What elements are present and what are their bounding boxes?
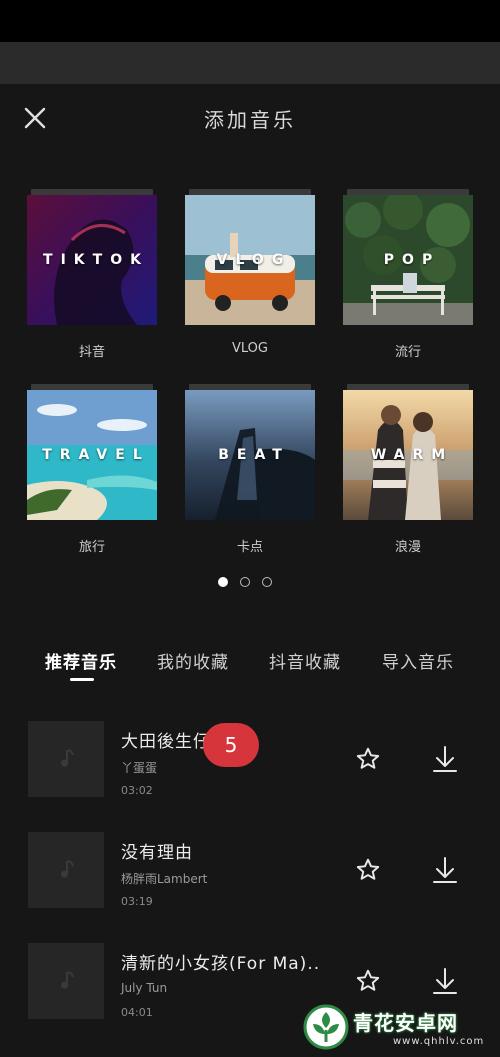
page-dot-2[interactable]: [240, 577, 250, 587]
tab-douyin-favorites[interactable]: 抖音收藏: [269, 648, 341, 673]
song-cover: [28, 943, 104, 1019]
tab-recommended[interactable]: 推荐音乐: [45, 648, 117, 673]
download-icon: [433, 746, 457, 772]
page-dot-1[interactable]: [218, 577, 228, 587]
page-title: 添加音乐: [204, 108, 296, 132]
watermark-url: www.qhhlv.com: [393, 1036, 485, 1047]
watermark-name: 青花安卓网: [353, 1011, 458, 1035]
category-label: 卡点: [236, 540, 263, 555]
song-item[interactable]: 没有理由 杨胖雨Lambert 03:19: [0, 832, 500, 932]
song-cover: [28, 721, 104, 797]
star-icon: [356, 747, 380, 769]
song-duration: 03:19: [121, 895, 153, 908]
star-icon: [356, 969, 380, 991]
watermark-logo-icon: [303, 1004, 349, 1050]
song-artist: 杨胖雨Lambert: [121, 872, 208, 886]
song-title: 没有理由: [121, 843, 193, 863]
category-overlay-text: TRAVEL: [42, 447, 150, 463]
download-button[interactable]: [432, 967, 458, 995]
site-watermark: 青花安卓网 www.qhhlv.com: [303, 1002, 495, 1052]
song-cover: [28, 832, 104, 908]
download-icon: [433, 968, 457, 994]
active-tab-indicator: [70, 678, 94, 681]
status-bar: [0, 0, 500, 42]
favorite-button[interactable]: [355, 857, 381, 883]
category-overlay-text: WARM: [370, 447, 454, 463]
tab-import-music[interactable]: 导入音乐: [382, 648, 454, 673]
tab-my-favorites[interactable]: 我的收藏: [157, 648, 229, 673]
category-overlay-text: BEAT: [218, 447, 290, 463]
song-artist: 丫蛋蛋: [121, 761, 158, 775]
page-indicator: [0, 577, 500, 589]
song-duration: 04:01: [121, 1006, 153, 1019]
song-duration: 03:02: [121, 784, 153, 797]
music-note-icon: [61, 860, 74, 878]
count-badge: 5: [203, 723, 259, 767]
page-dot-3[interactable]: [262, 577, 272, 587]
song-artist: July Tun: [121, 981, 168, 995]
category-label: 浪漫: [394, 540, 421, 555]
category-label: VLOG: [232, 341, 268, 356]
music-note-icon: [61, 971, 74, 989]
category-label: 旅行: [78, 540, 105, 555]
download-icon: [433, 857, 457, 883]
category-label: 抖音: [78, 345, 105, 360]
download-button[interactable]: [432, 856, 458, 884]
star-icon: [356, 858, 380, 880]
background-app-strip: [0, 42, 500, 84]
favorite-button[interactable]: [355, 968, 381, 994]
category-overlay-text: POP: [383, 252, 441, 268]
category-label: 流行: [394, 345, 421, 360]
favorite-button[interactable]: [355, 746, 381, 772]
song-title: 清新的小女孩(For Ma)...: [121, 954, 321, 974]
music-note-icon: [61, 749, 74, 767]
download-button[interactable]: [432, 745, 458, 773]
category-overlay-text: VLOG: [216, 252, 292, 268]
category-overlay-text: TIKTOK: [43, 252, 149, 268]
song-title: 大田後生仔: [121, 732, 211, 752]
